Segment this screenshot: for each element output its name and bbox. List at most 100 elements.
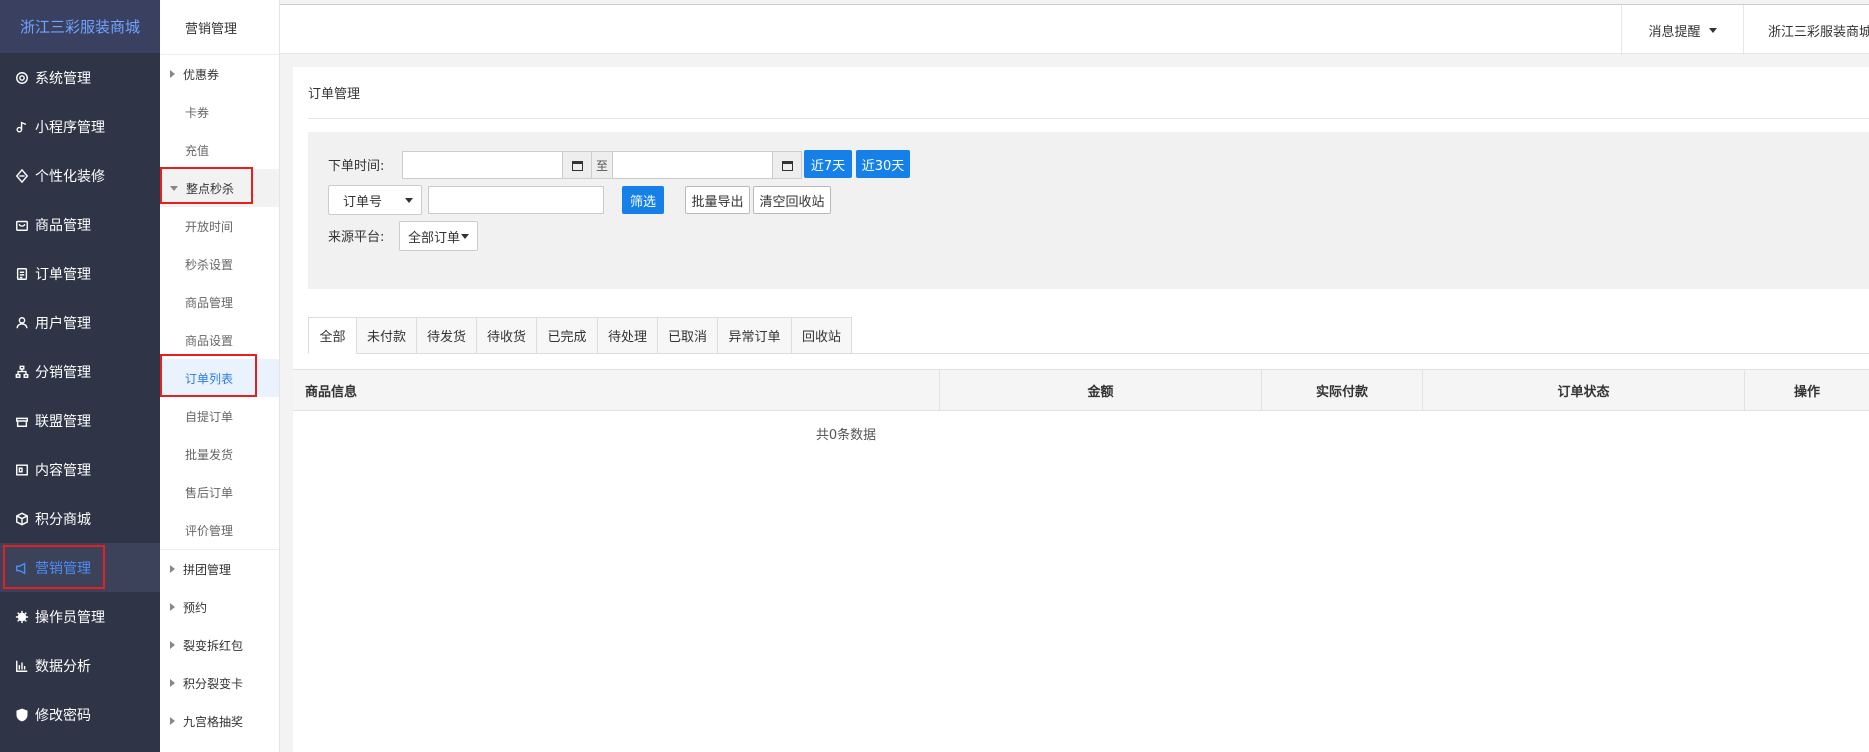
submenu-item-pickup-orders[interactable]: 自提订单 [160,397,279,435]
cog-filled-icon [14,609,30,625]
tab-to-ship[interactable]: 待发货 [416,317,477,354]
submenu-item-reviews[interactable]: 评价管理 [160,511,279,549]
submenu-item-group-buy[interactable]: 拼团管理 [160,550,279,588]
submenu-item-label: 售后订单 [185,485,234,500]
sidebar-item-points-mall[interactable]: 积分商城 [0,494,160,543]
sidebar-item-system[interactable]: 系统管理 [0,53,160,102]
sidebar-item-distribution[interactable]: 分销管理 [0,347,160,396]
submenu-item-flash-sale[interactable]: 整点秒杀 [160,169,279,207]
start-date-input[interactable] [402,151,563,179]
column-actions: 操作 [1744,370,1869,410]
caret-right-icon [170,641,175,649]
sidebar-item-label: 数据分析 [35,658,91,675]
source-platform-label: 来源平台: [328,230,385,245]
sidebar-item-operators[interactable]: 操作员管理 [0,592,160,641]
gear-outline-icon [14,70,30,86]
sidebar-item-decoration[interactable]: 个性化装修 [0,151,160,200]
hierarchy-icon [14,364,30,380]
submenu-item-label: 商品设置 [185,333,234,348]
sidebar-item-orders[interactable]: 订单管理 [0,249,160,298]
submenu-title: 营销管理 [160,0,279,55]
submenu-item-reservation[interactable]: 预约 [160,588,279,626]
calendar-glyph [571,160,583,171]
tab-unpaid[interactable]: 未付款 [356,317,417,354]
submenu-item-flash-settings[interactable]: 秒杀设置 [160,245,279,283]
caret-right-icon [170,70,175,78]
submenu-item-label: 商品管理 [185,295,234,310]
sidebar-item-label: 操作员管理 [35,609,105,626]
submenu-item-order-list[interactable]: 订单列表 [160,359,279,397]
tab-recycle-bin[interactable]: 回收站 [791,317,852,354]
tab-cancelled[interactable]: 已取消 [657,317,718,354]
submenu-item-points-card[interactable]: 积分裂变卡 [160,664,279,702]
submenu-item-label: 卡券 [185,105,210,120]
sidebar-item-users[interactable]: 用户管理 [0,298,160,347]
last-30-days-button[interactable]: 近30天 [856,150,910,178]
sidebar-item-password[interactable]: 修改密码 [0,690,160,739]
submenu-item-coupons[interactable]: 优惠券 [160,55,279,93]
megaphone-icon [14,560,30,576]
submenu-item-batch-ship[interactable]: 批量发货 [160,435,279,473]
message-dropdown[interactable]: 消息提醒 [1621,5,1743,55]
shop-account-menu[interactable]: 浙江三彩服装商城 [1743,5,1869,55]
caret-right-icon [170,679,175,687]
source-platform-select[interactable]: 全部订单 [399,221,478,251]
search-input[interactable] [428,186,604,214]
search-type-select[interactable]: 订单号 [328,185,422,215]
submenu-item-product-settings[interactable]: 商品设置 [160,321,279,359]
order-table-header: 商品信息 金额 实际付款 订单状态 操作 [293,369,1869,411]
calendar-icon[interactable] [772,151,802,179]
batch-export-button[interactable]: 批量导出 [685,186,750,214]
submenu-item-product-manage[interactable]: 商品管理 [160,283,279,321]
tab-abnormal[interactable]: 异常订单 [717,317,792,354]
column-paid: 实际付款 [1261,370,1422,410]
tab-pending[interactable]: 待处理 [597,317,658,354]
submenu-item-cards[interactable]: 卡券 [160,93,279,131]
submenu-item-label: 批量发货 [185,447,234,462]
empty-table-message: 共0条数据 [293,411,1869,455]
sidebar-item-content[interactable]: 内容管理 [0,445,160,494]
submenu-item-label: 订单列表 [185,371,234,386]
layout-icon [14,462,30,478]
caret-down-icon [1708,27,1717,33]
submenu-item-label: 开放时间 [185,219,234,234]
column-status: 订单状态 [1422,370,1744,410]
submenu-item-lottery[interactable]: 九宫格抽奖 [160,702,279,740]
message-label: 消息提醒 [1648,24,1701,40]
top-header: 消息提醒 浙江三彩服装商城 [280,4,1869,55]
main-sidebar: 浙江三彩服装商城 系统管理 小程序管理 个性化装修 商品管理 订单管理 用户管理 [0,0,160,752]
submenu-item-aftersale[interactable]: 售后订单 [160,473,279,511]
tab-all[interactable]: 全部 [308,317,357,354]
sidebar-menu: 系统管理 小程序管理 个性化装修 商品管理 订单管理 用户管理 分销管理 联盟管… [0,53,160,739]
empty-text: 共0条数据 [815,427,877,443]
submenu-item-label: 预约 [183,600,208,615]
sidebar-item-alliance[interactable]: 联盟管理 [0,396,160,445]
tab-completed[interactable]: 已完成 [536,317,598,354]
submenu-item-label: 评价管理 [185,523,234,538]
submenu-item-recharge[interactable]: 充值 [160,131,279,169]
tab-to-receive[interactable]: 待收货 [476,317,537,354]
brand-logo-text[interactable]: 浙江三彩服装商城 [0,0,160,53]
calendar-icon[interactable] [562,151,592,179]
clipboard-icon [14,266,30,282]
sidebar-item-label: 积分商城 [35,511,91,528]
music-note-icon [14,119,30,135]
end-date-input[interactable] [612,151,773,179]
submenu-item-label: 整点秒杀 [186,181,235,196]
submenu-item-red-packet[interactable]: 裂变拆红包 [160,626,279,664]
sidebar-item-analytics[interactable]: 数据分析 [0,641,160,690]
clear-recycle-bin-button[interactable]: 清空回收站 [753,186,831,214]
sidebar-item-label: 营销管理 [35,560,91,577]
last-7-days-button[interactable]: 近7天 [804,150,852,178]
filter-button[interactable]: 筛选 [622,186,664,214]
submenu-item-label: 自提订单 [185,409,234,424]
caret-down-icon [405,198,413,203]
submenu-item-label: 积分裂变卡 [183,676,244,691]
submenu-item-open-time[interactable]: 开放时间 [160,207,279,245]
sidebar-item-marketing[interactable]: 营销管理 [0,543,160,592]
caret-right-icon [170,565,175,573]
sidebar-item-miniprogram[interactable]: 小程序管理 [0,102,160,151]
diamond-icon [14,168,30,184]
order-status-tabs: 全部 未付款 待发货 待收货 已完成 待处理 已取消 异常订单 回收站 [308,317,1869,354]
sidebar-item-products[interactable]: 商品管理 [0,200,160,249]
